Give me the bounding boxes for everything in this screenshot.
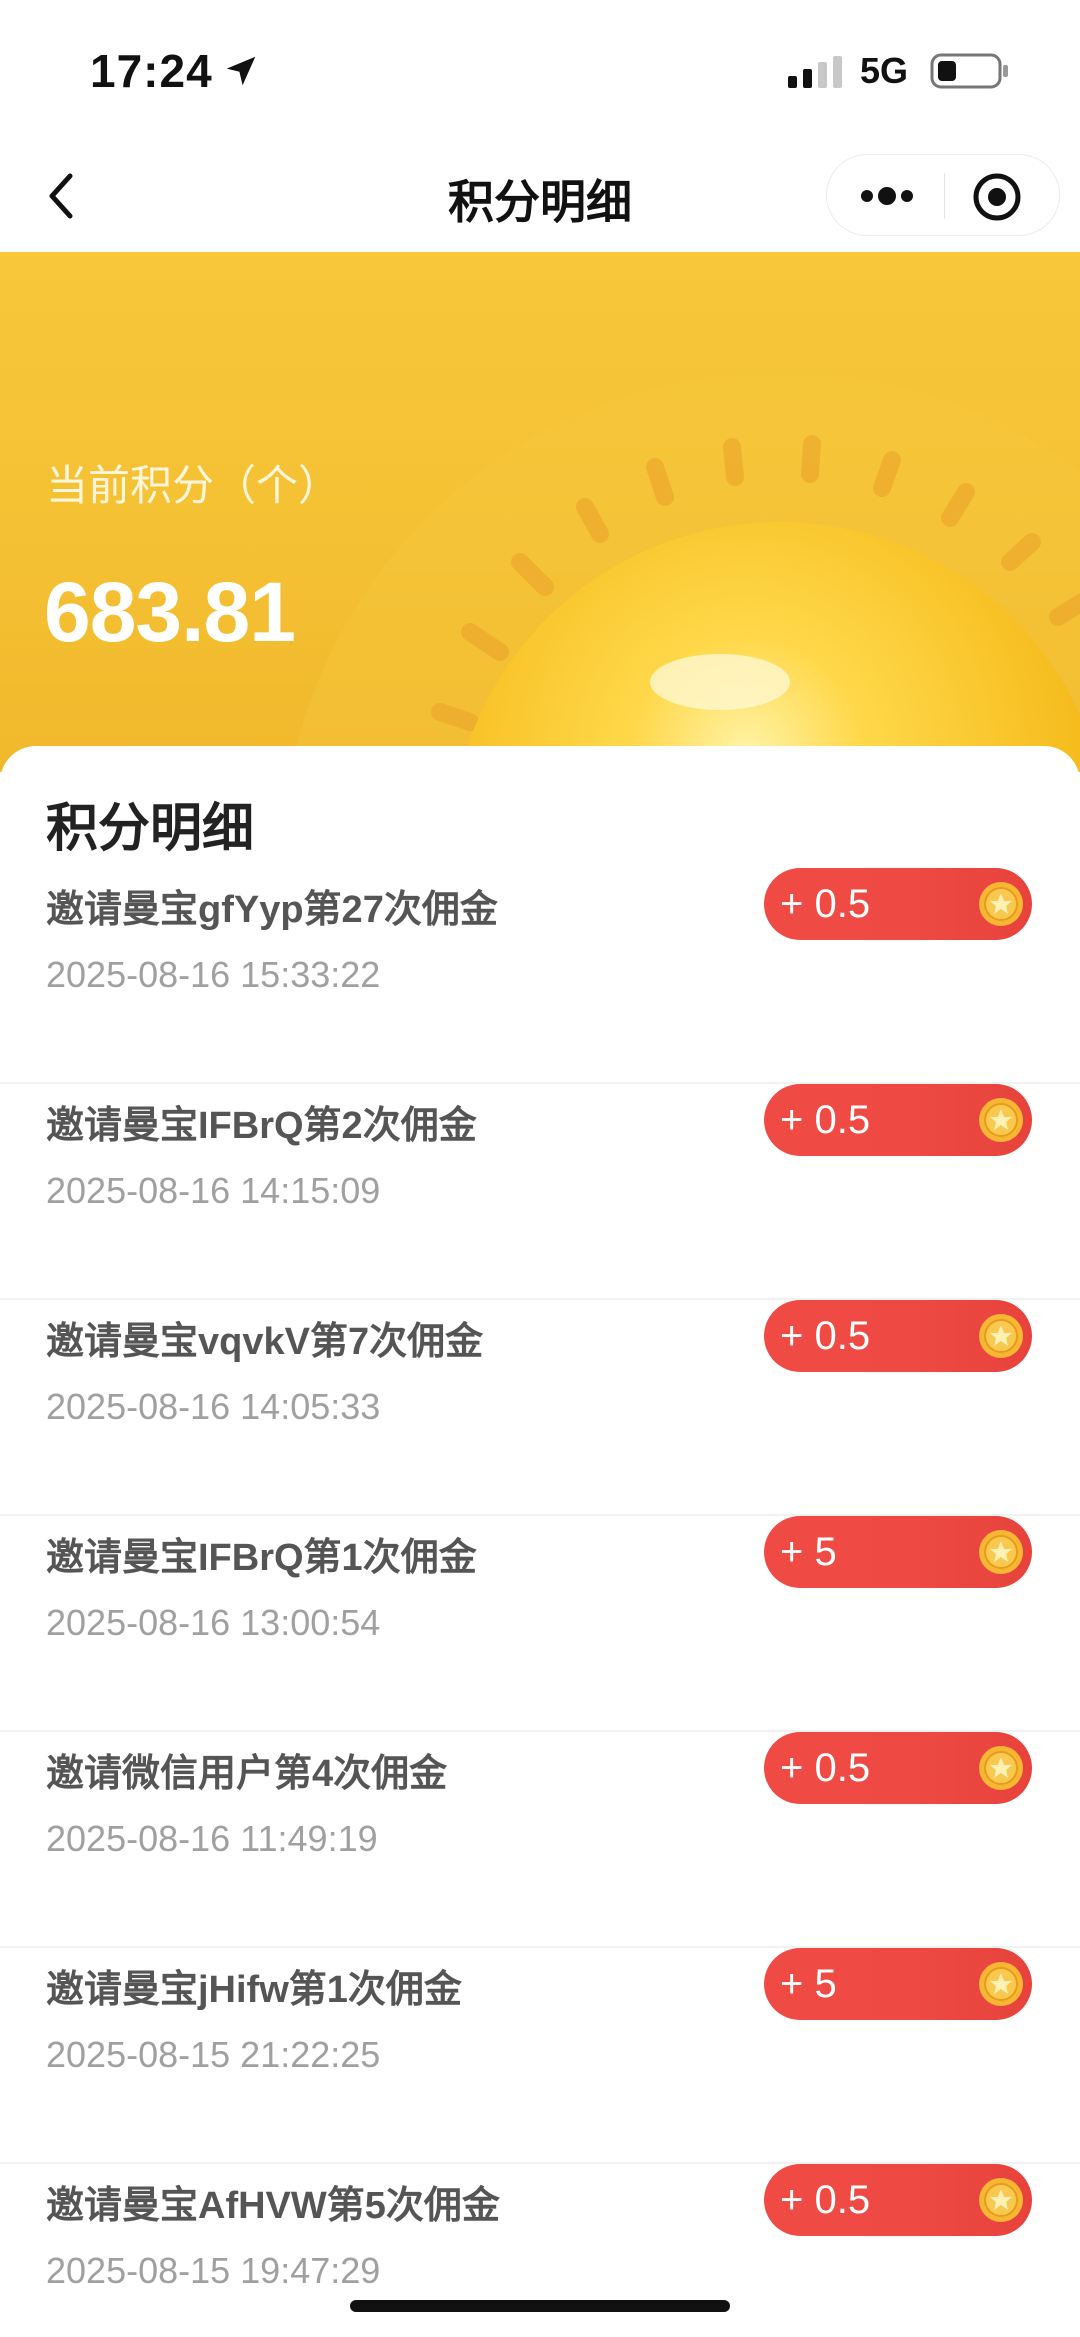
item-date: 2025-08-15 19:47:29 [46,2250,381,2291]
item-title: 邀请微信用户第4次佣金 [46,1753,448,1795]
points-amount: + 0.5 [780,882,871,926]
list-item[interactable]: 邀请曼宝gfYyp第27次佣金 2025-08-16 15:33:22 + 0.… [0,868,1080,1084]
points-amount: + 5 [780,1962,837,2006]
points-amount-badge: + 0.5 [764,1084,1032,1156]
points-amount-badge: + 0.5 [764,1732,1032,1804]
list-item[interactable]: 邀请曼宝IFBrQ第2次佣金 2025-08-16 14:15:09 + 0.5 [0,1084,1080,1300]
home-indicator[interactable] [350,2300,730,2312]
item-title: 邀请曼宝AfHVW第5次佣金 [46,2185,500,2227]
item-title: 邀请曼宝IFBrQ第1次佣金 [46,1537,477,1579]
current-points-label: 当前积分（个） [46,462,341,509]
item-title: 邀请曼宝gfYyp第27次佣金 [46,889,498,931]
item-title: 邀请曼宝jHifw第1次佣金 [46,1969,462,2011]
coin-icon [979,1098,1023,1142]
list-item[interactable]: 邀请曼宝IFBrQ第1次佣金 2025-08-16 13:00:54 + 5 [0,1516,1080,1732]
points-amount-badge: + 5 [764,1516,1032,1588]
item-date: 2025-08-16 14:05:33 [46,1386,381,1427]
coin-icon [979,1746,1023,1790]
points-amount-badge: + 5 [764,1948,1032,2020]
status-bar: 17:24 5G [0,0,1080,140]
section-title: 积分明细 [46,800,255,858]
status-time: 17:24 [90,45,213,97]
coin-icon [979,1530,1023,1574]
points-list: 邀请曼宝gfYyp第27次佣金 2025-08-16 15:33:22 + 0.… [0,868,1080,2337]
coin-icon [979,1314,1023,1358]
list-item[interactable]: 邀请曼宝vqvkV第7次佣金 2025-08-16 14:05:33 + 0.5 [0,1300,1080,1516]
item-title: 邀请曼宝vqvkV第7次佣金 [46,1321,484,1363]
item-date: 2025-08-16 13:00:54 [46,1602,381,1643]
points-amount: + 0.5 [780,1098,871,1142]
points-amount-badge: + 0.5 [764,868,1032,940]
coin-icon [979,882,1023,926]
item-title: 邀请曼宝IFBrQ第2次佣金 [46,1105,477,1147]
current-points-value: 683.81 [44,565,296,659]
location-arrow-icon [226,56,256,86]
item-date: 2025-08-16 15:33:22 [46,954,381,995]
capsule-divider [944,173,945,219]
points-detail-card: 积分明细 邀请曼宝gfYyp第27次佣金 2025-08-16 15:33:22… [0,746,1080,2337]
points-amount-badge: + 0.5 [764,1300,1032,1372]
list-item[interactable]: 邀请微信用户第4次佣金 2025-08-16 11:49:19 + 0.5 [0,1732,1080,1948]
signal-icon [788,56,842,88]
battery-icon [930,53,1008,89]
points-amount: + 5 [780,1530,837,1574]
close-target-icon[interactable] [971,171,1023,223]
item-date: 2025-08-16 11:49:19 [46,1818,378,1859]
points-amount: + 0.5 [780,1314,871,1358]
list-item[interactable]: 邀请曼宝jHifw第1次佣金 2025-08-15 21:22:25 + 5 [0,1948,1080,2164]
points-banner: 当前积分（个） 683.81 [0,252,1080,772]
item-date: 2025-08-16 14:15:09 [46,1170,381,1211]
points-amount-badge: + 0.5 [764,2164,1032,2236]
points-amount: + 0.5 [780,2178,871,2222]
points-amount: + 0.5 [780,1746,871,1790]
coin-icon [979,1962,1023,2006]
item-date: 2025-08-15 21:22:25 [46,2034,381,2075]
mini-program-capsule [826,154,1060,236]
network-label: 5G [860,50,909,91]
nav-bar: 积分明细 [0,140,1080,252]
more-icon[interactable] [857,177,917,215]
coin-icon [979,2178,1023,2222]
